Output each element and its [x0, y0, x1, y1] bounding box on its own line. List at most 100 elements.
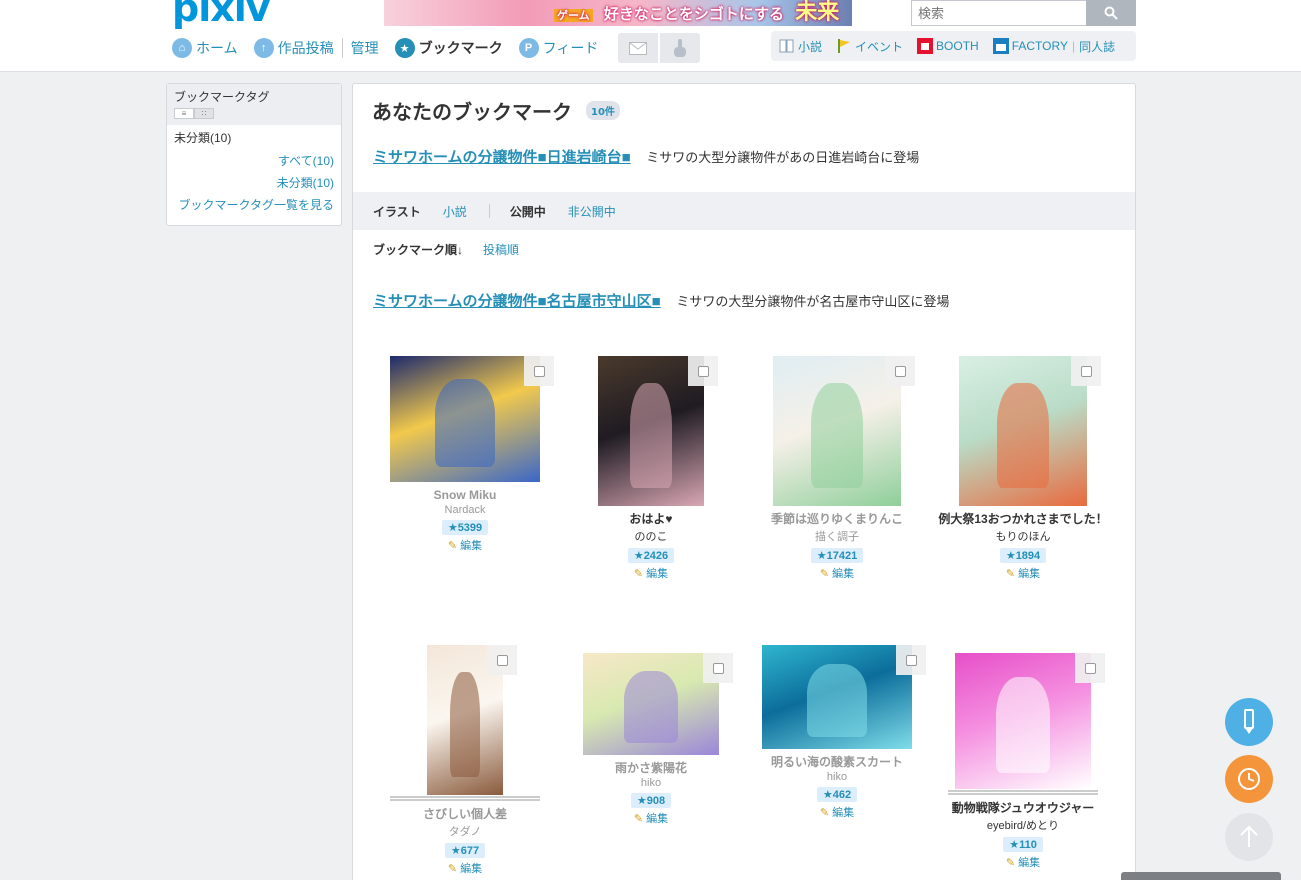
service-booth[interactable]: BOOTH — [917, 38, 979, 54]
grid-view-icon[interactable]: ∷ — [194, 108, 214, 119]
edit-link[interactable]: ✎ 編集 — [930, 565, 1116, 581]
bookmark-count-badge[interactable]: ★2426 — [627, 548, 675, 563]
bookmark-count: 2426 — [643, 550, 669, 562]
multi-page-indicator — [390, 796, 540, 801]
select-checkbox[interactable] — [1075, 653, 1105, 683]
notifications-button[interactable] — [660, 33, 701, 63]
edit-link[interactable]: ✎ 編集 — [744, 804, 930, 820]
bookmark-count-badge[interactable]: ★5399 — [441, 520, 489, 535]
edit-link[interactable]: ✎ 編集 — [930, 854, 1116, 870]
booth-icon — [917, 38, 934, 54]
bookmark-count-badge[interactable]: ★462 — [816, 787, 858, 802]
bookmark-count-badge[interactable]: ★908 — [630, 793, 672, 808]
text-ad-top-link[interactable]: ミサワホームの分譲物件■日進岩崎台■ — [373, 149, 631, 166]
edit-link[interactable]: ✎ 編集 — [558, 810, 744, 826]
ad-banner[interactable]: ゲーム 好きなことをシゴトにする 未来 — [384, 0, 852, 26]
bookmark-thumbnail[interactable] — [959, 356, 1087, 506]
thumbnail-figure — [435, 378, 495, 467]
feedback-tab[interactable] — [1121, 872, 1281, 880]
bookmark-thumbnail[interactable] — [762, 645, 912, 749]
bookmark-title[interactable]: 例大祭13おつかれさまでした！ — [930, 511, 1116, 527]
bookmark-title[interactable]: Snow Miku — [372, 487, 558, 503]
nav-manage[interactable]: 管理 — [351, 36, 379, 60]
edit-link[interactable]: ✎ 編集 — [744, 565, 930, 581]
filter-private[interactable]: 非公開中 — [568, 203, 616, 220]
messages-button[interactable] — [618, 33, 659, 63]
bookmark-thumbnail[interactable] — [390, 356, 540, 482]
sort-bookmark-order[interactable]: ブックマーク順↓ — [373, 241, 463, 258]
filter-novel[interactable]: 小説 — [443, 203, 467, 220]
pencil-icon: ✎ — [1005, 568, 1016, 580]
search-icon — [1104, 6, 1118, 20]
bookmark-author[interactable]: ののこ — [558, 528, 744, 544]
star-icon: ★ — [1005, 550, 1016, 562]
bookmark-author[interactable]: 描く調子 — [744, 528, 930, 544]
list-view-icon[interactable]: ≡ — [174, 108, 194, 119]
bookmark-count: 110 — [1019, 839, 1037, 851]
filter-public[interactable]: 公開中 — [510, 203, 546, 220]
bookmark-thumbnail[interactable] — [955, 653, 1091, 789]
sort-post-order[interactable]: 投稿順 — [483, 241, 519, 258]
star-icon: ★ — [633, 550, 644, 562]
thumbnail-figure — [811, 383, 863, 488]
text-ad-mid-desc: ミサワの大型分譲物件が名古屋市守山区に登場 — [676, 294, 950, 309]
select-checkbox[interactable] — [487, 645, 517, 675]
filter-illust[interactable]: イラスト — [373, 203, 421, 220]
bookmark-count-badge[interactable]: ★1894 — [999, 548, 1047, 563]
service-event[interactable]: イベント — [836, 38, 903, 55]
bookmark-author[interactable]: hiko — [558, 777, 744, 789]
sidebar-link-all[interactable]: すべて(10) — [167, 150, 341, 172]
search-input[interactable] — [911, 0, 1087, 26]
bookmark-title[interactable]: 雨かさ紫陽花 — [558, 760, 744, 776]
sidebar-link-uncategorized[interactable]: 未分類(10) — [167, 172, 341, 194]
scroll-top-button[interactable] — [1225, 813, 1273, 861]
nav-bookmark[interactable]: ★ ブックマーク — [394, 36, 503, 60]
select-checkbox[interactable] — [524, 356, 554, 386]
bookmark-thumbnail[interactable] — [773, 356, 901, 506]
bookmark-main: あなたのブックマーク 10件 ミサワホームの分譲物件■日進岩崎台■ ミサワの大型… — [352, 83, 1136, 880]
nav-upload[interactable]: ↑ 作品投稿 — [253, 36, 334, 60]
nav-home[interactable]: ⌂ ホーム — [172, 36, 238, 60]
sort-bar: ブックマーク順↓ 投稿順 — [373, 241, 519, 258]
bookmark-item: 動物戦隊ジュウオウジャー eyebird/めとり ★110 ✎ 編集 — [930, 645, 1116, 870]
nav-feed[interactable]: P フィード — [518, 36, 598, 60]
bookmark-count-badge[interactable]: ★110 — [1003, 837, 1043, 852]
service-novel[interactable]: 小説 — [779, 38, 822, 55]
service-factory[interactable]: FACTORY — [992, 38, 1068, 54]
post-work-button[interactable] — [1225, 698, 1273, 746]
bookmark-count-badge[interactable]: ★17421 — [810, 548, 864, 563]
edit-link[interactable]: ✎ 編集 — [558, 565, 744, 581]
bookmark-title[interactable]: 明るい海の酸素スカート — [744, 754, 930, 770]
bookmark-thumbnail[interactable] — [583, 653, 719, 755]
text-ad-mid-link[interactable]: ミサワホームの分譲物件■名古屋市守山区■ — [373, 293, 661, 310]
bookmark-author[interactable]: hiko — [744, 771, 930, 783]
pixiv-logo[interactable]: pixiv — [172, 0, 271, 30]
history-button[interactable] — [1225, 755, 1273, 803]
select-checkbox[interactable] — [703, 653, 733, 683]
select-checkbox[interactable] — [1071, 356, 1101, 386]
search-button[interactable] — [1086, 0, 1136, 26]
bookmark-author[interactable]: Nardack — [372, 504, 558, 516]
sidebar-link-tag-list[interactable]: ブックマークタグ一覧を見る — [167, 194, 341, 216]
select-checkbox[interactable] — [688, 356, 718, 386]
edit-label: 編集 — [646, 568, 669, 580]
bookmark-title[interactable]: 季節は巡りゆくまりんこ — [744, 511, 930, 527]
bookmark-title[interactable]: さびしい個人差 — [372, 806, 558, 822]
bookmark-count-badge[interactable]: ★677 — [444, 843, 486, 858]
bookmark-title[interactable]: 動物戦隊ジュウオウジャー — [930, 800, 1116, 816]
uncategorized-tag[interactable]: 未分類(10) — [167, 125, 341, 150]
select-checkbox[interactable] — [896, 645, 926, 675]
bookmark-title[interactable]: おはよ♥ — [558, 511, 744, 527]
bookmark-author[interactable]: タダノ — [372, 823, 558, 839]
bookmark-author[interactable]: もりのほん — [930, 528, 1116, 544]
mail-icon — [629, 41, 648, 55]
hand-icon — [674, 39, 687, 57]
thumbnail-figure — [623, 671, 679, 743]
edit-link[interactable]: ✎ 編集 — [372, 537, 558, 553]
bookmark-author[interactable]: eyebird/めとり — [930, 817, 1116, 833]
service-doujinshi[interactable]: 同人誌 — [1079, 38, 1115, 55]
edit-link[interactable]: ✎ 編集 — [372, 860, 558, 876]
pencil-icon: ✎ — [633, 568, 644, 580]
select-checkbox[interactable] — [885, 356, 915, 386]
bookmark-count-wrap: ★462 — [744, 783, 930, 802]
